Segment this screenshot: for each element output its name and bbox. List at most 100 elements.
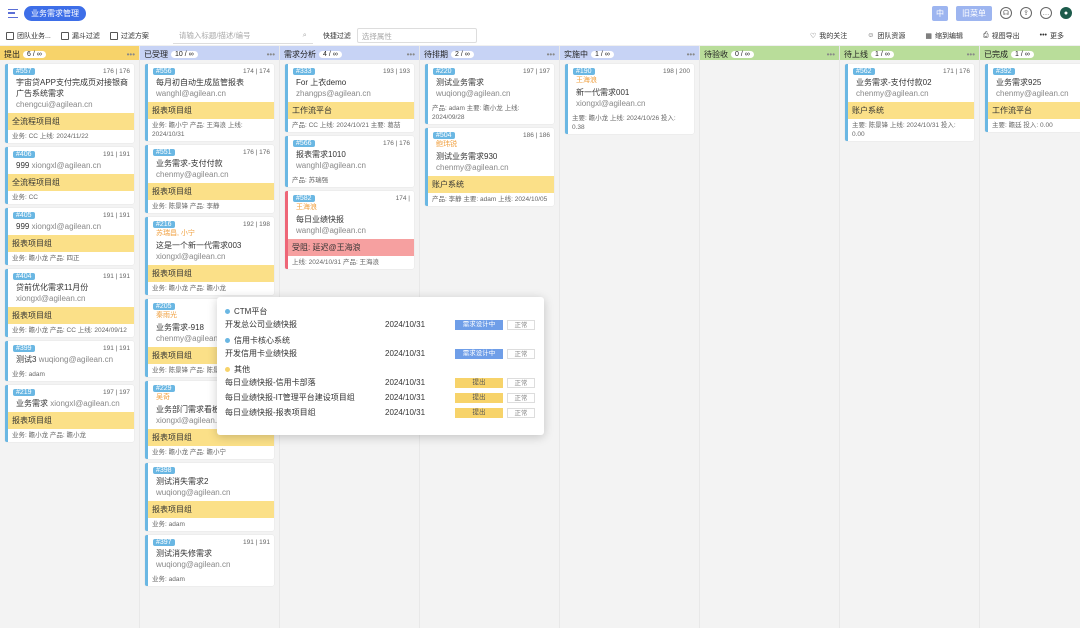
my-follow-button[interactable]: ♡ 我的关注	[810, 31, 847, 41]
card-score: 197 | 197	[103, 389, 130, 396]
task-card[interactable]: #556 174 | 174 每月初自动生成监管报表 wanghl@agilean.…	[145, 64, 274, 141]
card-id: #216	[153, 221, 175, 228]
task-card[interactable]: #562 171 | 176 业务需求-支付付款02 chenmy@agilean.…	[845, 64, 974, 141]
more-icon[interactable]: •••	[267, 50, 275, 59]
grid-icon: ▦	[925, 32, 933, 40]
column-title: 提出	[4, 50, 20, 59]
more-icon[interactable]: •••	[827, 50, 835, 59]
card-score: 176 | 176	[103, 68, 130, 75]
task-card[interactable]: #397 191 | 191 测试消失修需求 wuqiong@agilean.cn 业…	[145, 535, 274, 586]
card-meta: 产品: 苏瑞强	[292, 177, 329, 184]
more-icon[interactable]: •••	[967, 50, 975, 59]
card-title-text: 报表需求1010	[296, 150, 346, 159]
task-card[interactable]: #406 191 | 191 999 xiongxl@agilean.cn 全流程项目…	[5, 147, 134, 204]
task-card[interactable]: #404 191 | 191 贷前优化需求11月份 xiongxl@agilean.…	[5, 269, 134, 337]
card-title: 999 xiongxl@agilean.cn	[8, 158, 134, 174]
card-title: 新一代需求001 xiongxl@agilean.cn	[568, 85, 694, 112]
column-header[interactable]: 已受理 10 / ∞ •••	[140, 46, 279, 60]
search-icon[interactable]: ⌕	[303, 30, 307, 40]
hover-popup: CTM平台 开发总公司业绩快报 2024/10/31 需求设计中 正常 信用卡核心系统…	[217, 297, 544, 435]
column-header[interactable]: 提出 6 / ∞ •••	[0, 46, 139, 60]
card-id: #551	[153, 149, 175, 156]
task-card[interactable]: #392176 | 176业务需求925 chenmy@agilean.cn工作…	[985, 64, 1080, 132]
card-assignee: 苏瑞昌, 小宁	[156, 230, 195, 237]
column-header[interactable]: 待排期 2 / ∞ •••	[420, 46, 559, 60]
task-card[interactable]: #399 191 | 191 测试3 wuqiong@agilean.cn 业务: a…	[5, 341, 134, 381]
column-header[interactable]: 需求分析 4 / ∞ •••	[280, 46, 419, 60]
card-assignee: 鲍玮锐	[436, 141, 457, 148]
headset-icon[interactable]: ☊	[1000, 7, 1012, 19]
card-user: wuqiong@agilean.cn	[38, 355, 114, 364]
popup-row[interactable]: 每日业绩快报-信用卡部落 2024/10/31 提出 正常	[225, 375, 536, 390]
popup-row[interactable]: 每日业绩快报-IT管理平台建设项目组 2024/10/31 提出 正常	[225, 390, 536, 405]
more-button[interactable]: ••• 更多	[1040, 31, 1064, 41]
column-header[interactable]: 待验收 0 / ∞ •••	[700, 46, 839, 60]
task-card[interactable]: #582 174 | 王海浪 每日业绩快报 wanghl@agilean.cn 受阻: …	[285, 191, 414, 269]
card-id: #556	[153, 68, 175, 75]
export-button[interactable]: ⎙ 视图导出	[983, 31, 1020, 41]
card-user: chenmy@agilean.cn	[436, 163, 509, 172]
avatar[interactable]: ●	[1060, 7, 1072, 19]
card-id: #219	[13, 389, 35, 396]
column-title: 待上线	[844, 50, 868, 59]
task-card[interactable]: #333 193 | 193 For 上衣demo zhangps@agilean.…	[285, 64, 414, 132]
task-card[interactable]: #190 198 | 200 王海浪 新一代需求001 xiongxl@agilean…	[565, 64, 694, 134]
column-header[interactable]: 实施中 1 / ∞ •••	[560, 46, 699, 60]
status-badge: 需求设计中	[455, 319, 503, 330]
more-icon[interactable]: •••	[127, 50, 135, 59]
task-card[interactable]: #216 192 | 198 苏瑞昌, 小宁 这是一个新一代需求003 xiongxl…	[145, 217, 274, 295]
more-icon[interactable]: •••	[407, 50, 415, 59]
card-score: 198 | 200	[663, 68, 690, 75]
menu-icon[interactable]	[8, 8, 18, 18]
task-card[interactable]: #405 191 | 191 999 xiongxl@agilean.cn 报表项目组…	[5, 208, 134, 265]
more-icon[interactable]: …	[1040, 7, 1052, 19]
column-header[interactable]: 待上线 1 / ∞ •••	[840, 46, 979, 60]
task-card[interactable]: #557 176 | 176 宇宙贷APP支付完成页对接银商广告系统需求 cheng…	[5, 64, 134, 143]
card-user: chenmy@agilean.cn	[996, 89, 1069, 98]
task-card[interactable]: #220 197 | 197 测试业务需求 wuqiong@agilean.cn 产品…	[425, 64, 554, 124]
team-business-button[interactable]: 团队业务...	[6, 31, 51, 41]
task-card[interactable]: #551 176 | 176 业务需求-支付付款 chenmy@agilean.cn…	[145, 145, 274, 213]
filter-plan-button[interactable]: 过滤方案	[109, 31, 149, 41]
card-group: 账户系统	[848, 102, 974, 119]
card-title-text: 测试消失需求2	[156, 477, 209, 486]
card-id: #399	[13, 345, 35, 352]
popup-row[interactable]: 开发信用卡业绩快报 2024/10/31 需求设计中 正常	[225, 346, 536, 361]
card-id: #406	[13, 151, 35, 158]
old-menu-button[interactable]: 旧菜单	[956, 5, 992, 21]
more-icon[interactable]: •••	[547, 50, 555, 59]
kanban-column: 待验收 0 / ∞ •••	[700, 46, 840, 628]
card-header: #216 192 | 198	[148, 217, 274, 228]
card-title-text: 测试消失修需求	[156, 549, 212, 558]
top-bar: 业务需求管理 中 旧菜单 ☊ ⇪ … ●	[0, 0, 1080, 26]
card-group: 报表项目组	[148, 265, 274, 282]
popup-row[interactable]: 每日业绩快报-报表项目组 2024/10/31 提出 正常	[225, 405, 536, 420]
swimlane-button[interactable]: ▦ 缩到编辑	[925, 31, 963, 41]
lang-button[interactable]: 中	[932, 5, 948, 21]
quick-filter-select[interactable]: 选择属性	[356, 28, 477, 43]
task-card[interactable]: #504 186 | 186 鲍玮锐 测试业务需求930 chenmy@agilean…	[425, 128, 554, 206]
column-title: 已完成	[984, 50, 1008, 59]
column-header[interactable]: 已完成1 / ∞•••	[980, 46, 1080, 60]
status-badge: 提出	[455, 407, 503, 418]
card-header: #219 197 | 197	[8, 385, 134, 396]
task-card[interactable]: #398 测试消失需求2 wuqiong@agilean.cn 报表项目组 业务: a…	[145, 463, 274, 531]
card-title: 测试消失修需求 wuqiong@agilean.cn	[148, 546, 274, 573]
popup-row[interactable]: 开发总公司业绩快报 2024/10/31 需求设计中 正常	[225, 317, 536, 332]
card-meta: 业务: 瞻小龙 产品: CC 上线: 2024/09/12	[12, 327, 127, 334]
team-resource-button[interactable]: ☺ 团队资源	[867, 31, 905, 41]
task-card[interactable]: #566 176 | 176 报表需求1010 wanghl@agilean.cn 产…	[285, 136, 414, 187]
card-title: 业务需求-支付付款 chenmy@agilean.cn	[148, 156, 274, 183]
search-input[interactable]: 请输入标题/描述/编号 ⌕	[172, 28, 313, 44]
card-header: #551 176 | 176	[148, 145, 274, 156]
card-title-text: 宇宙贷APP支付完成页对接银商广告系统需求	[16, 78, 129, 98]
card-id: #229	[153, 385, 175, 392]
more-icon[interactable]: •••	[687, 50, 695, 59]
funnel-filter-button[interactable]: 漏斗过滤	[60, 31, 100, 41]
normal-badge: 正常	[507, 392, 535, 403]
card-meta: 主要: 陈景锋 上线: 2024/10/31 投入: 0.00	[852, 122, 956, 138]
task-card[interactable]: #219 197 | 197 业务需求 xiongxl@agilean.cn 报表项目…	[5, 385, 134, 442]
card-title: 测试3 wuqiong@agilean.cn	[8, 352, 134, 368]
page-title[interactable]: 业务需求管理	[24, 5, 86, 21]
upload-icon[interactable]: ⇪	[1020, 7, 1032, 19]
